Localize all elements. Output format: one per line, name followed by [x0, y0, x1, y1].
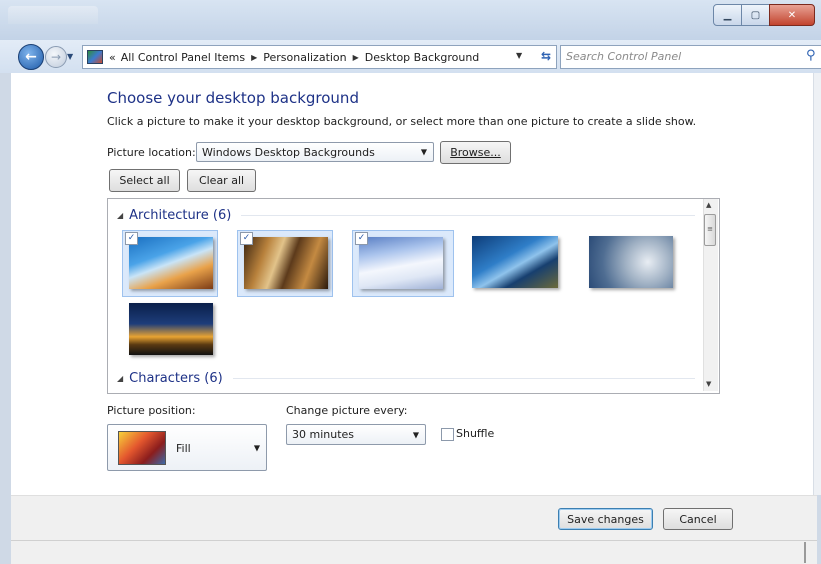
- cancel-label: Cancel: [679, 512, 717, 526]
- select-all-button[interactable]: Select all: [109, 169, 180, 192]
- scrollbar-thumb[interactable]: ≡: [704, 214, 716, 246]
- minimize-icon: ▁: [723, 9, 732, 21]
- clear-all-label: Clear all: [198, 174, 245, 187]
- white-curved-building-image: [359, 237, 443, 289]
- close-icon: ✕: [787, 9, 797, 21]
- title-bar-text: [8, 6, 98, 24]
- picture-thumbnail[interactable]: ✓: [122, 230, 218, 297]
- title-bar: [0, 0, 821, 40]
- browse-button[interactable]: Browse...: [440, 141, 511, 164]
- picture-location-select[interactable]: Windows Desktop Backgrounds ▼: [196, 142, 434, 162]
- group-divider: [232, 378, 695, 379]
- checkbox-checked[interactable]: ✓: [125, 232, 138, 245]
- picture-position-select[interactable]: Fill ▼: [107, 424, 267, 471]
- collapse-triangle-icon[interactable]: ◢: [117, 374, 123, 383]
- group-header-characters[interactable]: ◢ Characters (6): [117, 371, 695, 386]
- shuffle-label[interactable]: Shuffle: [456, 427, 494, 440]
- back-arrow-icon: ←: [25, 49, 37, 65]
- change-picture-every-label: Change picture every:: [286, 404, 408, 417]
- breadcrumb-all-control-panel-items[interactable]: All Control Panel Items: [121, 51, 245, 64]
- tower-sky-image: [129, 237, 213, 289]
- back-button[interactable]: ←: [18, 44, 44, 70]
- picture-position-label: Picture position:: [107, 404, 196, 417]
- minimize-button[interactable]: ▁: [713, 4, 742, 26]
- control-panel-icon: [87, 50, 103, 64]
- picture-location-value: Windows Desktop Backgrounds: [202, 145, 375, 159]
- picture-position-value: Fill: [176, 442, 191, 455]
- browse-button-label: Browse...: [450, 146, 501, 159]
- sunset-arch-image[interactable]: [129, 303, 213, 355]
- flower-preview-image: [118, 431, 166, 465]
- save-changes-label: Save changes: [567, 512, 644, 526]
- chevron-down-icon: ▼: [412, 430, 419, 439]
- picture-location-label: Picture location:: [107, 146, 196, 159]
- page-title: Choose your desktop background: [107, 89, 359, 107]
- scroll-down-icon[interactable]: ▼: [706, 380, 711, 388]
- page-scrollbar[interactable]: [813, 73, 821, 495]
- shuffle-checkbox[interactable]: [441, 428, 454, 441]
- breadcrumb-desktop-background[interactable]: Desktop Background: [365, 51, 480, 64]
- change-picture-every-value: 30 minutes: [292, 428, 355, 441]
- status-bar: [11, 540, 817, 564]
- group-title: Architecture (6): [129, 208, 232, 223]
- silver-disc-facade-image[interactable]: [589, 236, 673, 288]
- group-title: Characters (6): [129, 371, 223, 386]
- page-description: Click a picture to make it your desktop …: [107, 115, 697, 128]
- bronze-panels-image: [244, 237, 328, 289]
- cancel-button[interactable]: Cancel: [663, 508, 733, 530]
- breadcrumb-chevron-icon[interactable]: ▶: [251, 53, 257, 62]
- address-bar[interactable]: « All Control Panel Items ▶ Personalizat…: [82, 45, 557, 69]
- checkbox-checked[interactable]: ✓: [355, 232, 368, 245]
- refresh-button[interactable]: ⇆: [536, 46, 556, 66]
- chevron-down-icon: ▼: [253, 443, 260, 452]
- clear-all-button[interactable]: Clear all: [187, 169, 256, 192]
- picture-thumbnail[interactable]: ✓: [352, 230, 454, 297]
- recent-pages-dropdown-icon[interactable]: ▼: [67, 52, 73, 61]
- breadcrumb-chevron-icon[interactable]: ▶: [353, 53, 359, 62]
- forward-button[interactable]: →: [45, 46, 67, 68]
- select-all-label: Select all: [119, 174, 170, 187]
- address-dropdown-icon[interactable]: ▼: [516, 51, 522, 60]
- breadcrumb-personalization[interactable]: Personalization: [263, 51, 346, 64]
- window-controls: ▁ ▢ ✕: [713, 4, 815, 26]
- scroll-up-icon[interactable]: ▲: [706, 201, 711, 209]
- forward-arrow-icon: →: [50, 50, 62, 64]
- close-button[interactable]: ✕: [769, 4, 815, 26]
- refresh-icon: ⇆: [540, 49, 552, 63]
- chevron-down-icon: ▼: [420, 147, 427, 157]
- collapse-triangle-icon[interactable]: ◢: [117, 211, 123, 220]
- group-header-architecture[interactable]: ◢ Architecture (6): [117, 208, 695, 223]
- breadcrumb-overflow[interactable]: «: [109, 51, 116, 64]
- maximize-icon: ▢: [750, 9, 761, 21]
- group-divider: [241, 215, 695, 216]
- maximize-button[interactable]: ▢: [741, 4, 770, 26]
- blue-glass-wall-image[interactable]: [472, 236, 558, 288]
- search-icon[interactable]: ⚲: [806, 48, 816, 63]
- save-changes-button[interactable]: Save changes: [558, 508, 653, 530]
- resize-grip[interactable]: [804, 542, 806, 563]
- picture-thumbnail[interactable]: ✓: [237, 230, 333, 297]
- change-picture-every-select[interactable]: 30 minutes ▼: [286, 424, 426, 445]
- search-placeholder: Search Control Panel: [566, 50, 682, 63]
- checkbox-checked[interactable]: ✓: [240, 232, 253, 245]
